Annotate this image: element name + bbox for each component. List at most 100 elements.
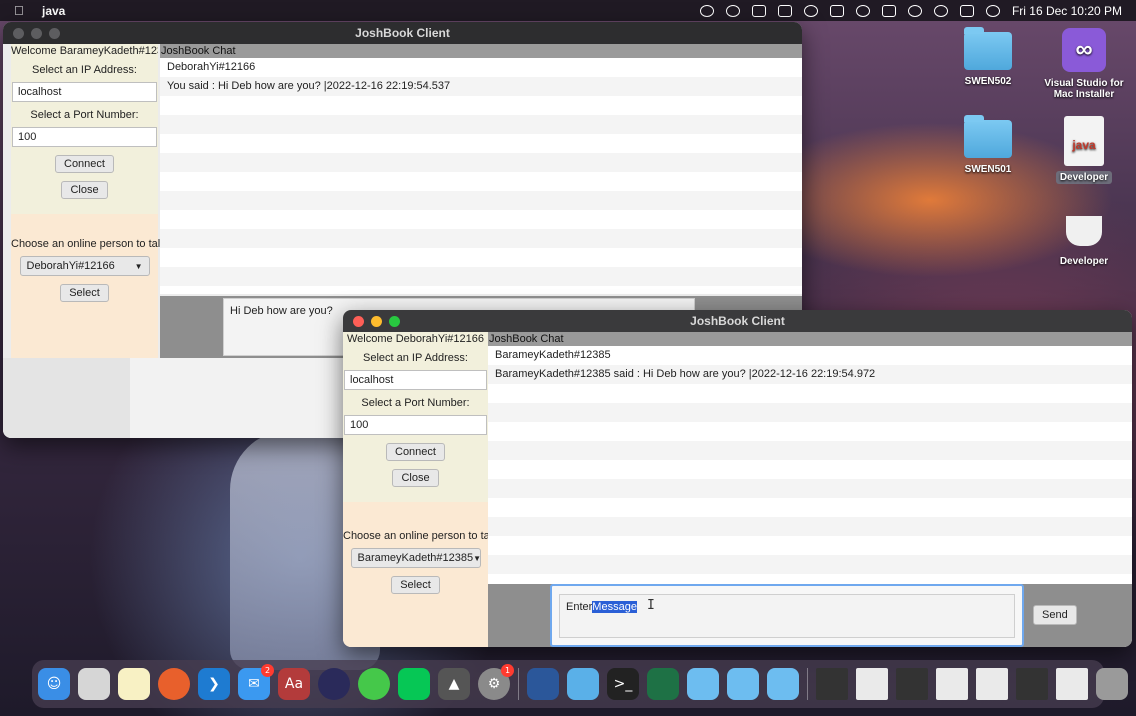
system-settings-icon[interactable]: ⚙ 1 bbox=[478, 664, 514, 700]
minimized-window-thumbnail[interactable] bbox=[1056, 668, 1088, 700]
minimized-window-thumbnail[interactable] bbox=[1016, 668, 1048, 700]
finder-icon[interactable]: ☺ bbox=[38, 668, 70, 700]
send-button[interactable]: Send bbox=[1033, 605, 1077, 625]
close-button[interactable]: Close bbox=[392, 469, 439, 487]
port-field[interactable]: 100 bbox=[344, 415, 487, 435]
menu-bar:  java Fri 16 Dec 10:20 PM bbox=[0, 0, 1136, 21]
launchpad-icon[interactable] bbox=[78, 668, 110, 700]
desktop-developer-app[interactable]: Developer bbox=[1039, 216, 1129, 267]
ip-field[interactable]: localhost bbox=[12, 82, 157, 102]
trash-icon[interactable] bbox=[1096, 668, 1128, 700]
status-icons: Fri 16 Dec 10:20 PM bbox=[699, 4, 1136, 18]
welcome-label: Welcome DeborahYi#12166 bbox=[347, 333, 484, 345]
title-bar[interactable]: JoshBook Client bbox=[3, 22, 802, 44]
contact-chooser: Choose an online person to talk to Debor… bbox=[11, 214, 178, 358]
dock-separator bbox=[807, 668, 808, 700]
java-file-icon: java bbox=[1064, 116, 1104, 166]
folder-icon[interactable] bbox=[727, 668, 759, 700]
ip-field[interactable]: localhost bbox=[344, 370, 487, 390]
input-source-icon[interactable] bbox=[829, 4, 844, 17]
desktop-icon-label: Developer bbox=[1055, 171, 1113, 184]
window-footer bbox=[3, 358, 130, 438]
person-combo-value: BarameyKadeth#12385 bbox=[357, 552, 474, 564]
chevron-down-icon: ▼ bbox=[134, 261, 143, 271]
message-row: BarameyKadeth#12385 bbox=[495, 349, 611, 361]
message-list[interactable]: DeborahYi#12166 You said : Hi Deb how ar… bbox=[160, 58, 802, 294]
folder-icon[interactable] bbox=[687, 668, 719, 700]
chat-panel: JoshBook Chat BarameyKadeth#12385 Barame… bbox=[488, 332, 1132, 584]
joshbook-window-front[interactable]: JoshBook Client Welcome DeborahYi#12166 … bbox=[343, 310, 1132, 647]
dark-mode-icon[interactable] bbox=[725, 4, 740, 17]
settings-badge: 1 bbox=[501, 664, 514, 677]
connection-panel: Welcome DeborahYi#12166 Select an IP Add… bbox=[343, 332, 510, 647]
desktop-icon-label: Developer bbox=[1059, 256, 1109, 267]
chat-header: JoshBook Chat bbox=[160, 44, 802, 58]
control-center-icon[interactable] bbox=[959, 4, 974, 17]
apple-menu-icon[interactable]:  bbox=[14, 3, 30, 18]
port-label: Select a Port Number: bbox=[361, 397, 470, 409]
app-menu-name[interactable]: java bbox=[42, 4, 65, 18]
connection-panel: Welcome BarameyKadeth#12385 Select an IP… bbox=[11, 44, 178, 358]
message-row: BarameyKadeth#12385 said : Hi Deb how ar… bbox=[488, 365, 1132, 384]
folder-icon bbox=[964, 115, 1012, 158]
unity-icon[interactable]: ▲ bbox=[438, 668, 470, 700]
desktop-folder-swen502[interactable]: SWEN502 bbox=[943, 27, 1033, 87]
desktop-icon-label: Visual Studio for Mac Installer bbox=[1044, 78, 1124, 100]
terminal-icon[interactable]: >_ bbox=[607, 668, 639, 700]
firefox-icon[interactable] bbox=[158, 668, 190, 700]
record-icon[interactable] bbox=[699, 4, 714, 17]
battery-icon[interactable] bbox=[881, 4, 896, 17]
play-icon[interactable] bbox=[855, 4, 870, 17]
message-row: DeborahYi#12166 bbox=[167, 61, 256, 73]
eclipse-icon[interactable] bbox=[318, 668, 350, 700]
chevron-down-icon: ▼ bbox=[473, 553, 482, 563]
menu-clock[interactable]: Fri 16 Dec 10:20 PM bbox=[1012, 4, 1122, 18]
window-title: JoshBook Client bbox=[355, 26, 450, 40]
chat-header: JoshBook Chat bbox=[488, 332, 1132, 346]
select-button[interactable]: Select bbox=[60, 284, 109, 302]
close-button[interactable]: Close bbox=[61, 181, 108, 199]
text-cursor-icon: I bbox=[647, 598, 655, 613]
line-app-icon[interactable] bbox=[777, 4, 792, 17]
minimized-window-thumbnail[interactable] bbox=[976, 668, 1008, 700]
search-icon[interactable] bbox=[933, 4, 948, 17]
line-icon[interactable] bbox=[398, 668, 430, 700]
chat-panel: JoshBook Chat DeborahYi#12166 You said :… bbox=[160, 44, 802, 294]
ip-label: Select an IP Address: bbox=[363, 352, 468, 364]
connect-button[interactable]: Connect bbox=[55, 155, 114, 173]
dock: ☺ ❯ ✉ 2 Aa ▲ ⚙ 1 >_ bbox=[32, 660, 1128, 708]
siri-icon[interactable] bbox=[985, 4, 1000, 17]
folder-icon[interactable] bbox=[767, 668, 799, 700]
desktop-developer-file[interactable]: java Developer bbox=[1039, 116, 1129, 184]
connect-button[interactable]: Connect bbox=[386, 443, 445, 461]
notes-icon[interactable] bbox=[118, 668, 150, 700]
port-field[interactable]: 100 bbox=[12, 127, 157, 147]
person-combo[interactable]: BarameyKadeth#12385 ▼ bbox=[350, 548, 482, 568]
message-input[interactable]: EnterMessage bbox=[559, 594, 1015, 638]
title-bar[interactable]: JoshBook Client bbox=[343, 310, 1132, 332]
word-icon[interactable] bbox=[527, 668, 559, 700]
file-merge-icon[interactable] bbox=[567, 668, 599, 700]
dock-separator bbox=[518, 668, 519, 700]
port-label: Select a Port Number: bbox=[30, 109, 139, 121]
minimized-window-thumbnail[interactable] bbox=[936, 668, 968, 700]
minimized-window-thumbnail[interactable] bbox=[856, 668, 888, 700]
moon-icon[interactable] bbox=[803, 4, 818, 17]
minimized-window-thumbnail[interactable] bbox=[896, 668, 928, 700]
grid-icon[interactable] bbox=[751, 4, 766, 17]
desktop-folder-swen501[interactable]: SWEN501 bbox=[943, 115, 1033, 175]
select-button[interactable]: Select bbox=[391, 576, 440, 594]
connection-settings: Welcome DeborahYi#12166 Select an IP Add… bbox=[343, 332, 488, 502]
visual-studio-icon: ∞ bbox=[1062, 28, 1106, 72]
wifi-icon[interactable] bbox=[907, 4, 922, 17]
message-list[interactable]: BarameyKadeth#12385 BarameyKadeth#12385 … bbox=[488, 346, 1132, 584]
messages-icon[interactable] bbox=[358, 668, 390, 700]
desktop-vs-installer[interactable]: ∞ Visual Studio for Mac Installer bbox=[1039, 28, 1129, 100]
minimized-window-thumbnail[interactable] bbox=[816, 668, 848, 700]
contact-chooser: Choose an online person to talk to Baram… bbox=[343, 502, 510, 647]
dictionary-icon[interactable]: Aa bbox=[278, 668, 310, 700]
mail-icon[interactable]: ✉ 2 bbox=[238, 664, 274, 700]
person-combo[interactable]: DeborahYi#12166 ▼ bbox=[19, 256, 150, 276]
excel-icon[interactable] bbox=[647, 668, 679, 700]
vscode-icon[interactable]: ❯ bbox=[198, 668, 230, 700]
